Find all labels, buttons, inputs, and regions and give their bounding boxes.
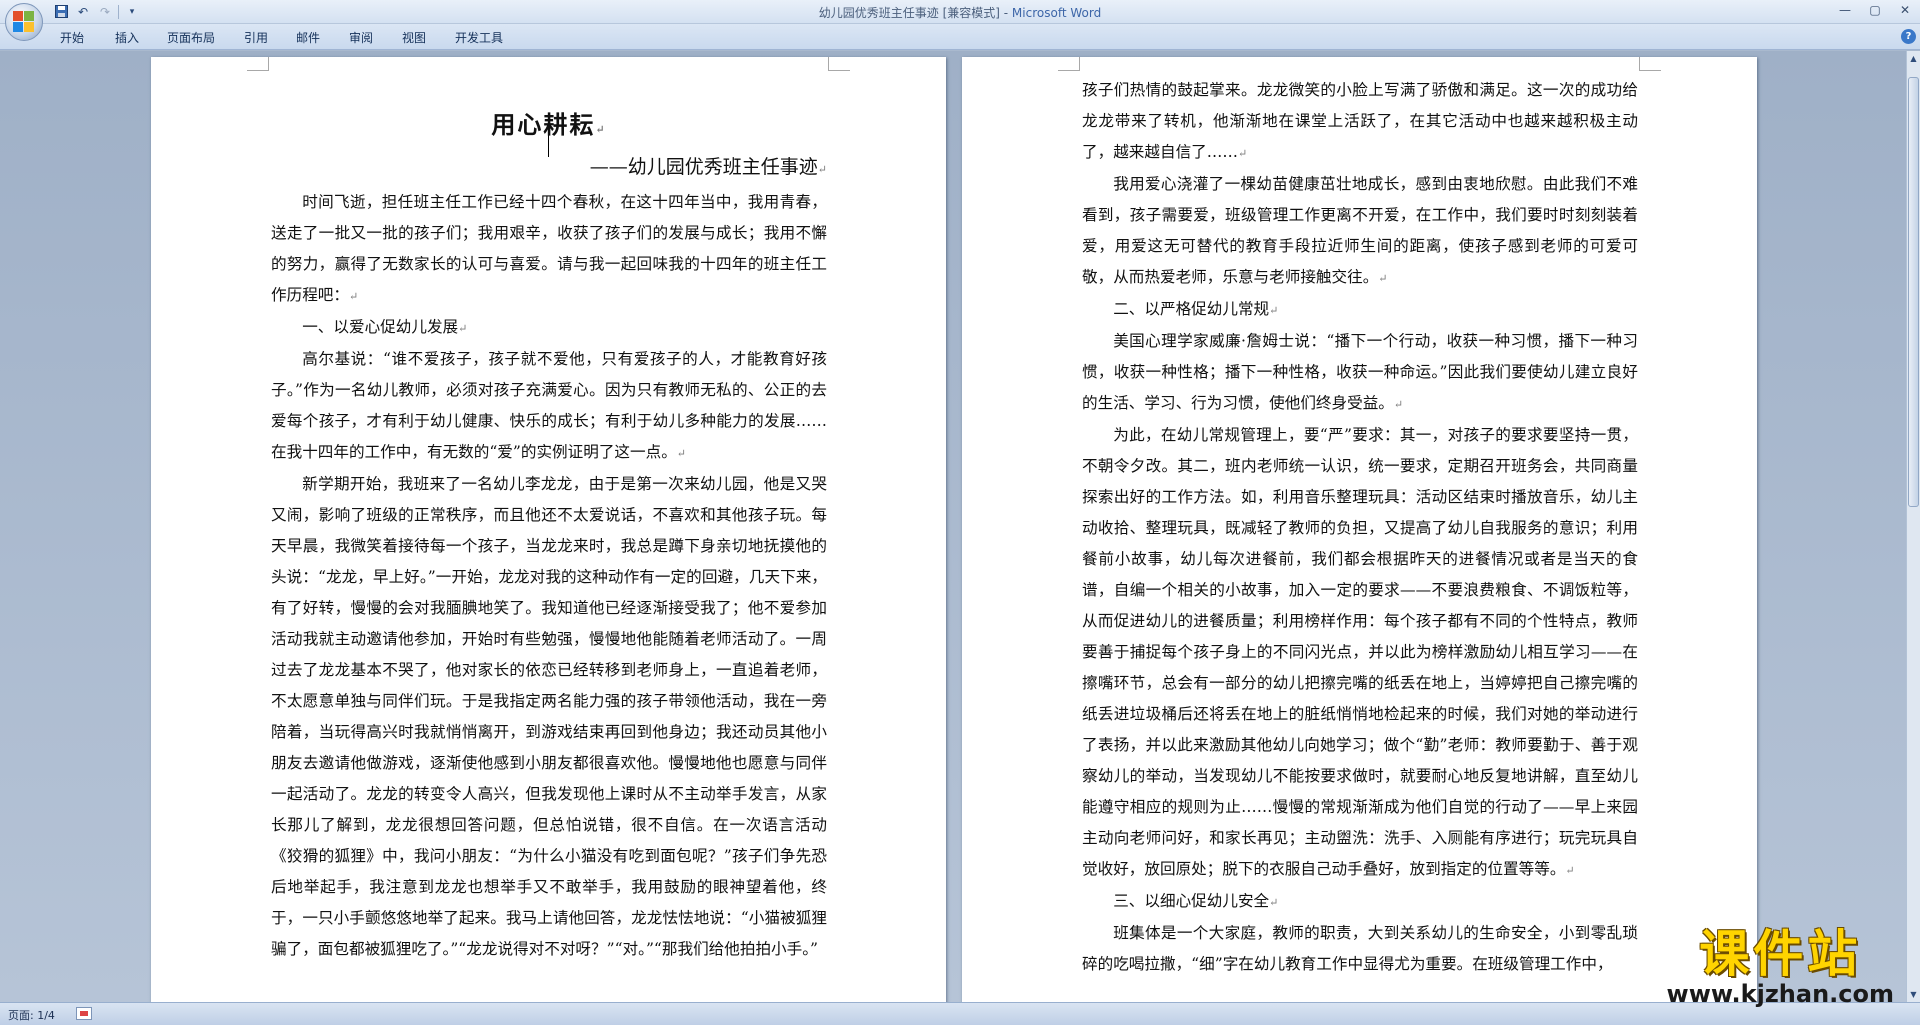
paragraph: 高尔基说：“谁不爱孩子，孩子就不爱他，只有爱孩子的人，才能教育好孩子。”作为一名… (271, 350, 827, 461)
section-heading: 一、以爱心促幼儿发展↵ (302, 318, 468, 336)
ribbon-tabs: 开始 插入 页面布局 引用 邮件 审阅 视图 开发工具 ? (0, 24, 1920, 50)
office-button[interactable] (5, 3, 43, 41)
site-watermark-logo: 课件站 www.kjzhan.com (1667, 927, 1894, 1007)
tab-home[interactable]: 开始 (60, 29, 84, 46)
scroll-down-icon[interactable]: ▼ (1908, 989, 1919, 1000)
margin-corner-mark (247, 57, 269, 71)
maximize-icon[interactable]: ▢ (1860, 0, 1890, 20)
watermark-url: www.kjzhan.com (1666, 980, 1894, 1008)
paragraph: 时间飞逝，担任班主任工作已经十四个春秋，在这十四年当中，我用青春，送走了一批又一… (271, 193, 827, 304)
document-page-1[interactable]: 用心耕耘↵ ——幼儿园优秀班主任事迹↵ 时间飞逝，担任班主任工作已经十四个春秋，… (151, 57, 946, 1002)
window-title-app: Microsoft Word (1011, 6, 1102, 20)
document-page-2[interactable]: 孩子们热情的鼓起掌来。龙龙微笑的小脸上写满了骄傲和满足。这一次的成功给龙龙带来了… (962, 57, 1757, 1002)
minimize-icon[interactable]: — (1830, 0, 1860, 20)
paragraph: 孩子们热情的鼓起掌来。龙龙微笑的小脸上写满了骄傲和满足。这一次的成功给龙龙带来了… (1082, 81, 1638, 161)
document-subtitle: ——幼儿园优秀班主任事迹↵ (589, 156, 827, 178)
scroll-up-icon[interactable]: ▲ (1908, 53, 1919, 64)
watermark-text: 课件站 (1699, 925, 1862, 983)
paragraph: 班集体是一个大家庭，教师的职责，大到关系幼儿的生命安全，小到零乱琐碎的吃喝拉撒，… (1082, 924, 1638, 973)
paragraph: 美国心理学家威廉·詹姆士说：“播下一个行动，收获一种习惯，播下一种习惯，收获一种… (1082, 332, 1638, 412)
margin-corner-mark (1058, 57, 1080, 71)
paragraph: 为此，在幼儿常规管理上，要“严”要求：其一，对孩子的要求要坚持一贯，不朝令夕改。… (1082, 426, 1638, 878)
tab-view[interactable]: 视图 (402, 29, 426, 46)
tab-review[interactable]: 审阅 (349, 29, 373, 46)
document-title: 用心耕耘↵ (491, 110, 607, 139)
tab-developer[interactable]: 开发工具 (455, 29, 503, 46)
window-title: 幼儿园优秀班主任事迹 [兼容模式] - Microsoft Word (0, 4, 1920, 21)
margin-corner-mark (828, 57, 850, 71)
margin-corner-mark (1639, 57, 1661, 71)
tab-page-layout[interactable]: 页面布局 (167, 29, 215, 46)
office-button-icon (13, 11, 35, 33)
scrollbar-thumb[interactable] (1908, 77, 1919, 507)
tab-mailings[interactable]: 邮件 (296, 29, 320, 46)
section-heading: 三、以细心促幼儿安全↵ (1113, 892, 1279, 910)
help-icon[interactable]: ? (1901, 29, 1916, 44)
page-2-text: 孩子们热情的鼓起掌来。龙龙微笑的小脸上写满了骄傲和满足。这一次的成功给龙龙带来了… (1082, 75, 1638, 980)
window-controls: — ▢ ✕ (1830, 0, 1920, 20)
status-bar: 页面: 1/4 (0, 1002, 1920, 1025)
title-bar: ↶ ↷ ▾ 幼儿园优秀班主任事迹 [兼容模式] - Microsoft Word… (0, 0, 1920, 24)
tab-references[interactable]: 引用 (244, 29, 268, 46)
close-icon[interactable]: ✕ (1890, 0, 1920, 20)
document-workspace[interactable]: 用心耕耘↵ ——幼儿园优秀班主任事迹↵ 时间飞逝，担任班主任工作已经十四个春秋，… (0, 51, 1906, 1002)
page-count-status[interactable]: 页面: 1/4 (8, 1007, 55, 1023)
window-title-document: 幼儿园优秀班主任事迹 [兼容模式] - (818, 6, 1012, 20)
vertical-scrollbar[interactable]: ▲ ▼ (1906, 51, 1920, 1002)
proofing-status-icon[interactable] (76, 1007, 92, 1020)
page-1-text: 用心耕耘↵ ——幼儿园优秀班主任事迹↵ 时间飞逝，担任班主任工作已经十四个春秋，… (271, 75, 827, 965)
tab-insert[interactable]: 插入 (115, 29, 139, 46)
paragraph: 新学期开始，我班来了一名幼儿李龙龙，由于是第一次来幼儿园，他是又哭又闹，影响了班… (271, 475, 827, 958)
section-heading: 二、以严格促幼儿常规↵ (1113, 300, 1279, 318)
paragraph: 我用爱心浇灌了一棵幼苗健康茁壮地成长，感到由衷地欣慰。由此我们不难看到，孩子需要… (1082, 175, 1638, 286)
